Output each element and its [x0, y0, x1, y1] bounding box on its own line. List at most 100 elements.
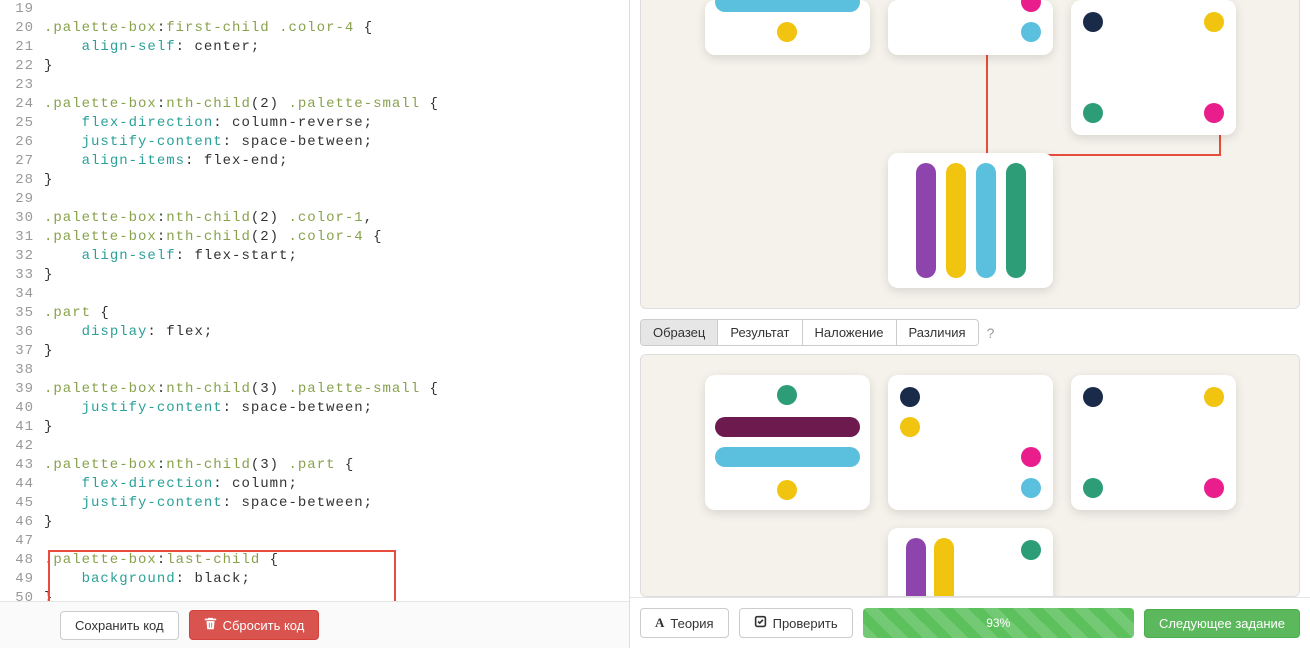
code-line[interactable]: 45 justify-content: space-between;	[0, 494, 629, 513]
code-line[interactable]: 22}	[0, 57, 629, 76]
code-line[interactable]: 39.palette-box:nth-child(3) .palette-sma…	[0, 380, 629, 399]
bar	[906, 538, 926, 597]
code-content[interactable]: .palette-box:nth-child(3) .palette-small…	[44, 380, 629, 399]
code-line[interactable]: 46}	[0, 513, 629, 532]
preview-tab[interactable]: Образец	[641, 320, 718, 345]
palette-box	[888, 375, 1053, 510]
code-content[interactable]	[44, 532, 629, 551]
line-number: 40	[0, 399, 44, 418]
code-content[interactable]: }	[44, 589, 629, 601]
code-content[interactable]: }	[44, 418, 629, 437]
code-content[interactable]: .palette-box:first-child .color-4 {	[44, 19, 629, 38]
code-content[interactable]: justify-content: space-between;	[44, 133, 629, 152]
code-content[interactable]: }	[44, 57, 629, 76]
preview-tab[interactable]: Различия	[897, 320, 978, 345]
code-content[interactable]	[44, 361, 629, 380]
save-code-button[interactable]: Сохранить код	[60, 611, 179, 640]
code-line[interactable]: 24.palette-box:nth-child(2) .palette-sma…	[0, 95, 629, 114]
check-button[interactable]: Проверить	[739, 608, 853, 638]
palette-box	[888, 0, 1053, 55]
code-line[interactable]: 35.part {	[0, 304, 629, 323]
code-content[interactable]	[44, 437, 629, 456]
dot	[777, 480, 797, 500]
line-number: 35	[0, 304, 44, 323]
code-line[interactable]: 48.palette-box:last-child {	[0, 551, 629, 570]
code-content[interactable]: }	[44, 513, 629, 532]
code-line[interactable]: 42	[0, 437, 629, 456]
code-content[interactable]: background: black;	[44, 570, 629, 589]
code-line[interactable]: 26 justify-content: space-between;	[0, 133, 629, 152]
code-line[interactable]: 31.palette-box:nth-child(2) .color-4 {	[0, 228, 629, 247]
theory-button[interactable]: A Теория	[640, 608, 729, 638]
code-line[interactable]: 30.palette-box:nth-child(2) .color-1,	[0, 209, 629, 228]
code-content[interactable]: display: flex;	[44, 323, 629, 342]
palette-box	[1071, 375, 1236, 510]
code-line[interactable]: 33}	[0, 266, 629, 285]
code-content[interactable]: .part {	[44, 304, 629, 323]
trash-icon	[204, 617, 217, 633]
font-icon: A	[655, 615, 664, 631]
dot	[1083, 12, 1103, 32]
code-content[interactable]: .palette-box:nth-child(2) .color-1,	[44, 209, 629, 228]
code-line[interactable]: 27 align-items: flex-end;	[0, 152, 629, 171]
bar	[715, 0, 860, 12]
preview-top-canvas	[640, 0, 1300, 309]
code-line[interactable]: 32 align-self: flex-start;	[0, 247, 629, 266]
help-icon[interactable]: ?	[987, 325, 995, 341]
code-line[interactable]: 19	[0, 0, 629, 19]
reset-code-button[interactable]: Сбросить код	[189, 610, 320, 640]
code-content[interactable]	[44, 285, 629, 304]
code-line[interactable]: 36 display: flex;	[0, 323, 629, 342]
code-content[interactable]: align-self: flex-start;	[44, 247, 629, 266]
code-content[interactable]	[44, 0, 629, 19]
line-number: 28	[0, 171, 44, 190]
line-number: 46	[0, 513, 44, 532]
code-content[interactable]: justify-content: space-between;	[44, 494, 629, 513]
preview-tab[interactable]: Наложение	[803, 320, 897, 345]
dot	[900, 387, 920, 407]
code-line[interactable]: 43.palette-box:nth-child(3) .part {	[0, 456, 629, 475]
code-line[interactable]: 44 flex-direction: column;	[0, 475, 629, 494]
preview-tab[interactable]: Результат	[718, 320, 802, 345]
code-line[interactable]: 41}	[0, 418, 629, 437]
code-content[interactable]: flex-direction: column;	[44, 475, 629, 494]
code-line[interactable]: 40 justify-content: space-between;	[0, 399, 629, 418]
editor-pane: 1920.palette-box:first-child .color-4 {2…	[0, 0, 630, 648]
code-content[interactable]: .palette-box:nth-child(2) .color-4 {	[44, 228, 629, 247]
code-content[interactable]: .palette-box:last-child {	[44, 551, 629, 570]
code-line[interactable]: 23	[0, 76, 629, 95]
code-line[interactable]: 50}	[0, 589, 629, 601]
code-line[interactable]: 20.palette-box:first-child .color-4 {	[0, 19, 629, 38]
code-content[interactable]	[44, 76, 629, 95]
code-content[interactable]: .palette-box:nth-child(2) .palette-small…	[44, 95, 629, 114]
code-editor[interactable]: 1920.palette-box:first-child .color-4 {2…	[0, 0, 629, 601]
code-content[interactable]: flex-direction: column-reverse;	[44, 114, 629, 133]
next-task-button[interactable]: Следующее задание	[1144, 609, 1300, 638]
code-line[interactable]: 29	[0, 190, 629, 209]
line-number: 27	[0, 152, 44, 171]
code-line[interactable]: 47	[0, 532, 629, 551]
code-line[interactable]: 34	[0, 285, 629, 304]
dot	[1083, 103, 1103, 123]
bar	[715, 447, 860, 467]
line-number: 25	[0, 114, 44, 133]
code-content[interactable]: align-self: center;	[44, 38, 629, 57]
dot	[1021, 540, 1041, 560]
preview-bottom-canvas	[640, 354, 1300, 597]
code-content[interactable]: }	[44, 171, 629, 190]
line-number: 38	[0, 361, 44, 380]
line-number: 36	[0, 323, 44, 342]
code-line[interactable]: 25 flex-direction: column-reverse;	[0, 114, 629, 133]
code-line[interactable]: 28}	[0, 171, 629, 190]
code-content[interactable]: }	[44, 266, 629, 285]
code-line[interactable]: 37}	[0, 342, 629, 361]
palette-box	[1071, 0, 1236, 135]
code-content[interactable]: justify-content: space-between;	[44, 399, 629, 418]
code-content[interactable]: align-items: flex-end;	[44, 152, 629, 171]
code-content[interactable]	[44, 190, 629, 209]
code-line[interactable]: 21 align-self: center;	[0, 38, 629, 57]
code-line[interactable]: 38	[0, 361, 629, 380]
code-content[interactable]: }	[44, 342, 629, 361]
code-line[interactable]: 49 background: black;	[0, 570, 629, 589]
code-content[interactable]: .palette-box:nth-child(3) .part {	[44, 456, 629, 475]
